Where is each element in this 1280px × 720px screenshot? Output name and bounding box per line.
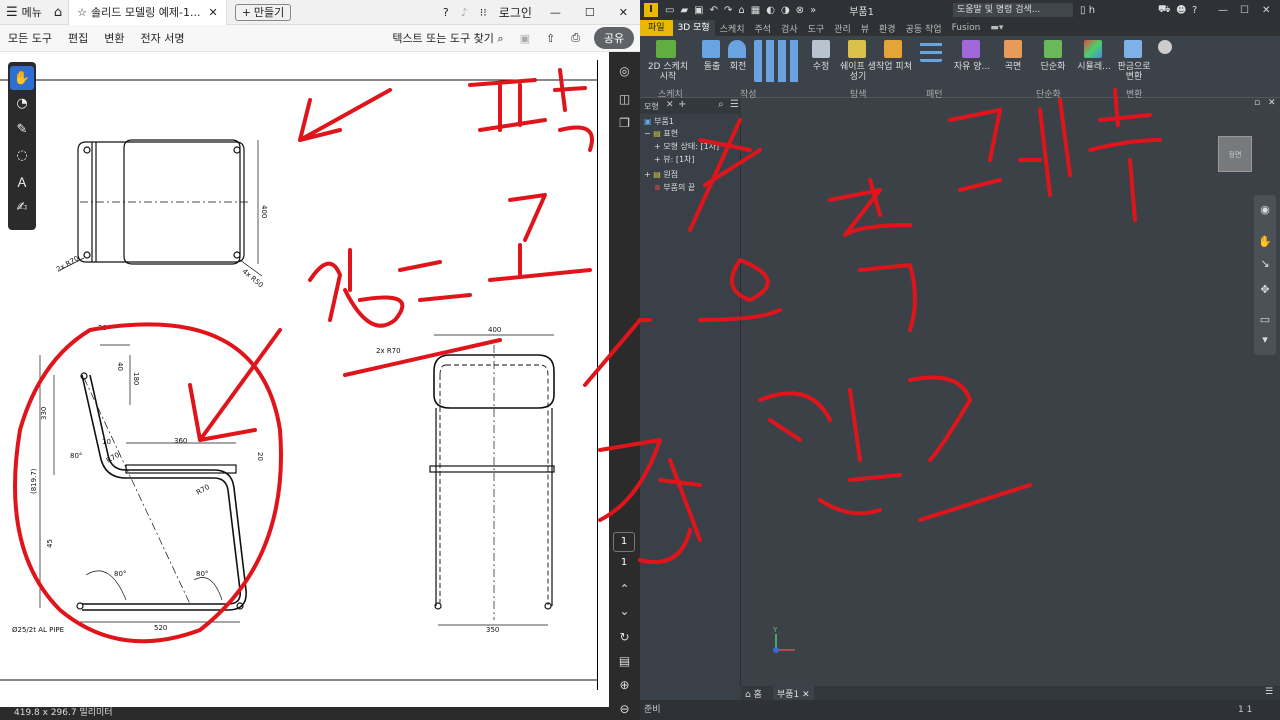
red-ink-annotations (13, 68, 1162, 644)
